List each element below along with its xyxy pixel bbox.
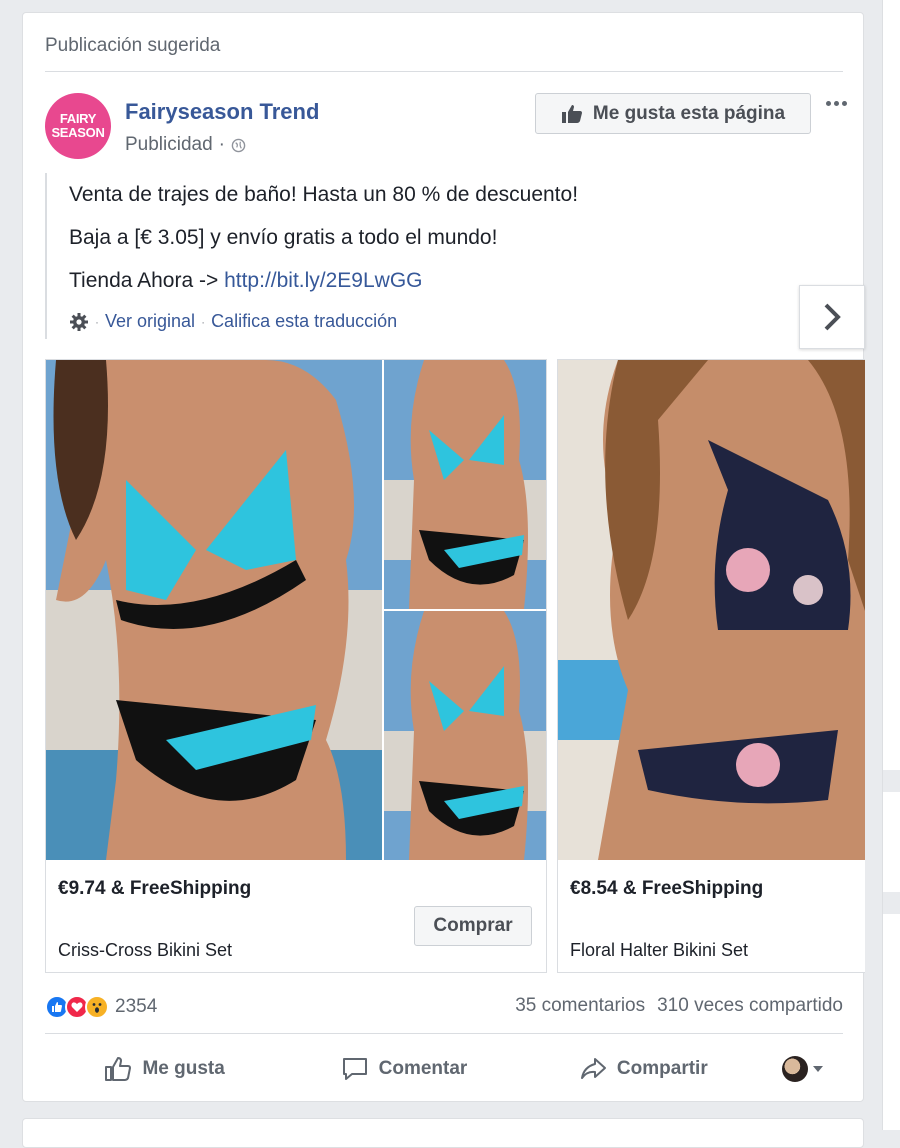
product-image-main[interactable]: [46, 360, 382, 860]
post-text-line1: Venta de trajes de baño! Hasta un 80 % d…: [69, 183, 579, 206]
engagement-stats: 35 comentarios 310 veces compartido: [515, 995, 843, 1017]
like-label: Me gusta: [142, 1058, 225, 1079]
separator: ·: [218, 134, 225, 155]
reaction-as-selector[interactable]: [763, 1056, 843, 1082]
product-image-thumb[interactable]: [384, 360, 547, 609]
dot: ·: [95, 314, 99, 329]
like-page-label: Me gusta esta página: [592, 102, 786, 124]
buy-button[interactable]: Comprar: [414, 906, 532, 946]
rail-gap: [882, 892, 900, 914]
rate-translation-link[interactable]: Califica esta traducción: [211, 311, 397, 332]
share-button[interactable]: Compartir: [524, 1056, 763, 1082]
dot: ·: [201, 314, 206, 329]
post-text-line3-prefix: Tienda Ahora ->: [69, 269, 225, 292]
chevron-right-icon: [824, 303, 841, 331]
next-post-card: [22, 1118, 864, 1148]
page-avatar[interactable]: FAIRY SEASON: [45, 93, 111, 159]
carousel-item[interactable]: €8.54 & FreeShipping Floral Halter Bikin…: [557, 359, 865, 973]
product-carousel: €9.74 & FreeShipping Comprar Criss-Cross…: [45, 359, 865, 973]
post-actions: Me gusta Comentar Compartir: [45, 1043, 843, 1095]
like-button[interactable]: Me gusta: [45, 1056, 284, 1082]
more-icon[interactable]: [823, 95, 849, 111]
shop-link[interactable]: http://bit.ly/2E9LwGG: [224, 269, 422, 292]
product-image-thumb[interactable]: [384, 611, 547, 860]
product-image-main[interactable]: [558, 360, 865, 860]
carousel-next-button[interactable]: [799, 285, 865, 349]
globe-icon[interactable]: [231, 138, 246, 153]
caret-down-icon: [812, 1066, 823, 1072]
product-name: Floral Halter Bikini Set: [570, 940, 749, 960]
share-label: Compartir: [616, 1058, 708, 1079]
product-price: €8.54 & FreeShipping: [570, 878, 764, 899]
post-text-line3: Tienda Ahora -> http://bit.ly/2E9LwGG: [69, 259, 825, 302]
sponsored-label[interactable]: Publicidad: [125, 134, 213, 156]
reaction-count: 2354: [115, 996, 158, 1017]
thumbs-up-icon: [561, 104, 582, 123]
comment-label: Comentar: [378, 1058, 468, 1079]
page-name-link[interactable]: Fairyseason Trend: [125, 99, 319, 125]
sponsored-post-card: Publicación sugerida FAIRY SEASON Fairys…: [22, 12, 865, 1102]
post-text-line2: Baja a [€ 3.05] y envío gratis a todo el…: [69, 226, 498, 249]
sponsored-line: Publicidad ·: [125, 134, 246, 156]
shares-count-link[interactable]: 310 veces compartido: [657, 995, 843, 1017]
thumbs-up-icon: [105, 1057, 132, 1081]
avatar-text-line2: SEASON: [51, 125, 105, 140]
avatar: [781, 1056, 808, 1082]
carousel-item[interactable]: €9.74 & FreeShipping Comprar Criss-Cross…: [45, 359, 547, 973]
comment-button[interactable]: Comentar: [284, 1056, 523, 1082]
share-icon: [580, 1058, 606, 1079]
suggested-post-label: Publicación sugerida: [45, 35, 221, 56]
avatar-text-line1: FAIRY: [59, 111, 97, 126]
gear-icon[interactable]: [69, 312, 89, 332]
translation-bar: · Ver original · Califica esta traducció…: [69, 311, 397, 332]
right-rail: [882, 0, 900, 1130]
actions-divider: [45, 1033, 843, 1034]
product-name: Criss-Cross Bikini Set: [58, 940, 233, 960]
product-price: €9.74 & FreeShipping: [58, 878, 252, 899]
rail-gap: [882, 770, 900, 792]
like-page-button[interactable]: Me gusta esta página: [535, 93, 811, 134]
wow-reaction-icon: [85, 995, 109, 1019]
header-divider: [45, 71, 843, 72]
comments-count-link[interactable]: 35 comentarios: [515, 995, 645, 1017]
comment-icon: [342, 1058, 367, 1080]
see-original-link[interactable]: Ver original: [105, 311, 195, 332]
reaction-summary[interactable]: 2354: [45, 995, 157, 1019]
